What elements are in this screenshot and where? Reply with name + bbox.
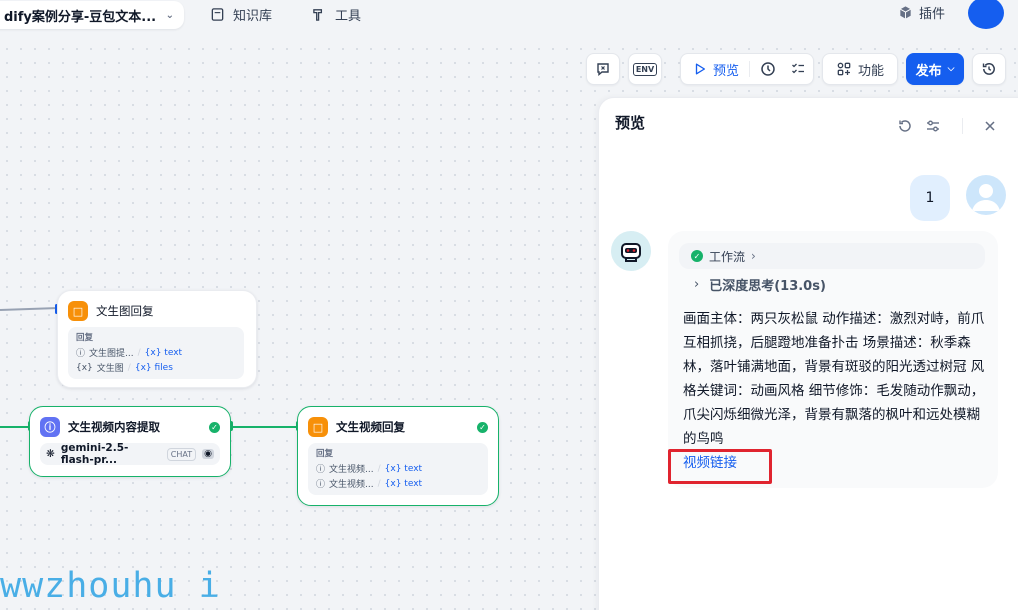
apps-icon (837, 62, 851, 76)
top-bar: dify案例分享-豆包文本... ⌄ 知识库 工具 插件 (0, 0, 1018, 42)
node-title: 文生图回复 (96, 304, 154, 318)
var-row: {x} 文生图 / {x} files (76, 360, 236, 375)
llm-icon: ⓘ (40, 417, 60, 437)
var-name: {x} text (384, 463, 423, 474)
var-row: ⓘ 文生图提... / {x} text (76, 345, 236, 360)
cube-icon (900, 6, 911, 19)
book-icon (211, 7, 224, 21)
success-check-icon: ✓ (477, 421, 488, 433)
node-video-reply[interactable]: □ 文生视频回复 ✓ 回复 ⓘ 文生视频... / {x} text ⓘ 文生视… (297, 406, 499, 506)
restart-icon[interactable] (897, 118, 913, 134)
app-name: dify案例分享-豆包文本... (4, 9, 157, 25)
node-header: ⓘ 文生视频内容提取 ✓ (30, 407, 230, 443)
plugin-label: 插件 (919, 7, 946, 22)
separator: / (127, 362, 131, 373)
node-body: 回复 ⓘ 文生图提... / {x} text {x} 文生图 / {x} fi… (68, 327, 244, 379)
separator: / (377, 478, 381, 489)
panel-title: 预览 (615, 114, 646, 132)
var-row: ⓘ 文生视频... / {x} text (316, 476, 480, 491)
reply-icon: □ (308, 417, 328, 437)
node-title: 文生视频回复 (336, 420, 405, 434)
info-icon: ⓘ (316, 480, 326, 490)
model-name: gemini-2.5-flash-pr... (60, 442, 129, 466)
node-video-extract[interactable]: ⓘ 文生视频内容提取 ✓ ❋ gemini-2.5-flash-pr... CH… (29, 406, 231, 477)
app-selector[interactable]: dify案例分享-豆包文本... ⌄ (0, 1, 184, 29)
chat-variable-icon (597, 63, 609, 76)
user-avatar[interactable] (968, 0, 1004, 29)
publish-button[interactable]: 发布 ⌵ (906, 53, 964, 85)
bot-avatar (611, 231, 651, 271)
section-label: 回复 (316, 449, 334, 459)
chevron-down-icon: ⌄ (165, 9, 174, 21)
settings-sliders-icon[interactable] (925, 118, 941, 134)
model-icon: ❋ (46, 448, 55, 460)
hammer-icon (313, 8, 323, 21)
workflow-label: 工作流 (709, 249, 746, 264)
success-check-icon: ✓ (691, 250, 703, 262)
play-icon (695, 63, 706, 75)
answer-text: 画面主体：两只灰松鼠 动作描述：激烈对峙，前爪互相抓挠，后腿蹬地准备扑击 场景描… (683, 311, 985, 447)
separator: / (377, 463, 381, 474)
workflow-status[interactable]: ✓ 工作流 › (679, 243, 985, 269)
thinking-label: 已深度思考(13.0s) (709, 279, 826, 294)
var-source: 文生视频... (329, 480, 374, 490)
chevron-right-icon: › (694, 277, 700, 292)
close-icon[interactable] (982, 118, 998, 134)
checklist-icon[interactable] (790, 61, 806, 77)
edge-extract-to-reply (230, 426, 298, 428)
variable-icon: {x} (76, 362, 93, 373)
env-button[interactable]: ENV (628, 53, 662, 85)
node-header: □ 文生图回复 (58, 291, 256, 327)
user-message: 1 (910, 175, 950, 221)
chevron-right-icon: › (751, 249, 756, 263)
success-check-icon: ✓ (209, 421, 220, 433)
features-button[interactable]: 功能 (822, 53, 898, 85)
version-history-button[interactable] (972, 53, 1006, 85)
features-label: 功能 (857, 63, 884, 79)
node-title: 文生视频内容提取 (68, 420, 160, 434)
user-avatar (966, 175, 1006, 215)
highlight-box (668, 449, 772, 484)
watermark: wwzhouhu i (0, 566, 221, 606)
var-name: {x} text (144, 347, 183, 358)
info-icon: ⓘ (316, 465, 326, 475)
nav-knowledge-label: 知识库 (233, 8, 273, 24)
section-label: 回复 (76, 333, 94, 343)
preview-group: 预览 (680, 53, 814, 85)
nav-tools-label: 工具 (335, 8, 362, 24)
plugin-button[interactable]: 插件 (898, 3, 945, 22)
toolbar-divider (749, 61, 751, 77)
model-selector: ❋ gemini-2.5-flash-pr... CHAT ◉ (40, 442, 220, 466)
nav-tools[interactable]: 工具 (312, 4, 361, 24)
publish-label: 发布 (915, 63, 942, 79)
variable-inspect-button[interactable] (586, 53, 620, 85)
preview-panel: 预览 1 ✓ 工作流 › › 已深度思考(13.0s) 画面主体：两只灰松鼠 动… (598, 97, 1018, 610)
nav-knowledge[interactable]: 知识库 (210, 4, 272, 24)
chat-tag: CHAT (166, 447, 197, 461)
var-row: ⓘ 文生视频... / {x} text (316, 461, 480, 476)
separator: / (137, 347, 141, 358)
panel-divider (962, 118, 963, 134)
node-image-reply[interactable]: □ 文生图回复 回复 ⓘ 文生图提... / {x} text {x} 文生图 … (57, 290, 257, 388)
preview-button[interactable]: 预览 (713, 60, 739, 79)
run-history-icon[interactable] (760, 61, 776, 77)
node-header: □ 文生视频回复 ✓ (298, 407, 498, 443)
thinking-toggle[interactable]: › 已深度思考(13.0s) (694, 275, 826, 294)
user-avatar-icon (972, 184, 1000, 211)
info-icon: ⓘ (76, 349, 86, 359)
var-source: 文生图 (96, 364, 124, 374)
robot-icon (621, 243, 641, 262)
eye-icon: ◉ (202, 449, 214, 459)
var-source: 文生视频... (329, 465, 374, 475)
env-icon: ENV (632, 62, 658, 76)
history-icon (982, 63, 995, 75)
edge-input (0, 426, 30, 428)
var-name: {x} text (384, 478, 423, 489)
var-name: {x} files (134, 362, 173, 373)
node-body: 回复 ⓘ 文生视频... / {x} text ⓘ 文生视频... / {x} … (308, 443, 488, 495)
reply-icon: □ (68, 301, 88, 321)
var-source: 文生图提... (89, 349, 134, 359)
chevron-down-icon: ⌵ (947, 64, 955, 74)
